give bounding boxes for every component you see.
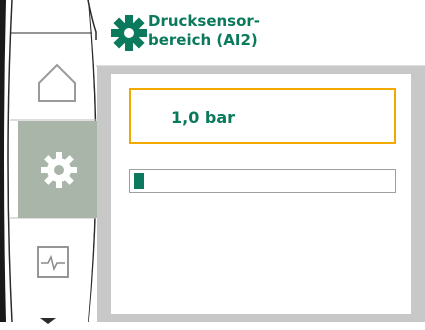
settings-title-gear-icon xyxy=(111,15,147,51)
sidebar-item-diagnostics[interactable] xyxy=(25,235,90,295)
value-progress-fill xyxy=(134,173,144,189)
gear-icon xyxy=(41,152,77,188)
value-selector[interactable]: 1,0 bar xyxy=(129,88,396,144)
page-title-line1: Drucksensor- xyxy=(148,12,261,30)
page-title-line2: bereich (AI2) xyxy=(148,31,258,49)
chevron-down-icon xyxy=(40,318,56,324)
page-title: Drucksensor- bereich (AI2) xyxy=(148,12,260,50)
value-progress-bar xyxy=(129,169,396,193)
content-panel: 1,0 bar xyxy=(97,66,425,322)
sidebar-item-home[interactable] xyxy=(25,45,90,115)
device-screen: Drucksensor- bereich (AI2) 1,0 bar xyxy=(0,0,425,324)
value-display: 1,0 bar xyxy=(171,108,236,127)
home-icon xyxy=(38,63,76,102)
scroll-down-indicator[interactable] xyxy=(38,311,58,324)
sidebar-item-settings[interactable] xyxy=(25,130,90,210)
diagnostics-icon xyxy=(37,246,69,278)
content-area: 1,0 bar xyxy=(111,74,411,314)
